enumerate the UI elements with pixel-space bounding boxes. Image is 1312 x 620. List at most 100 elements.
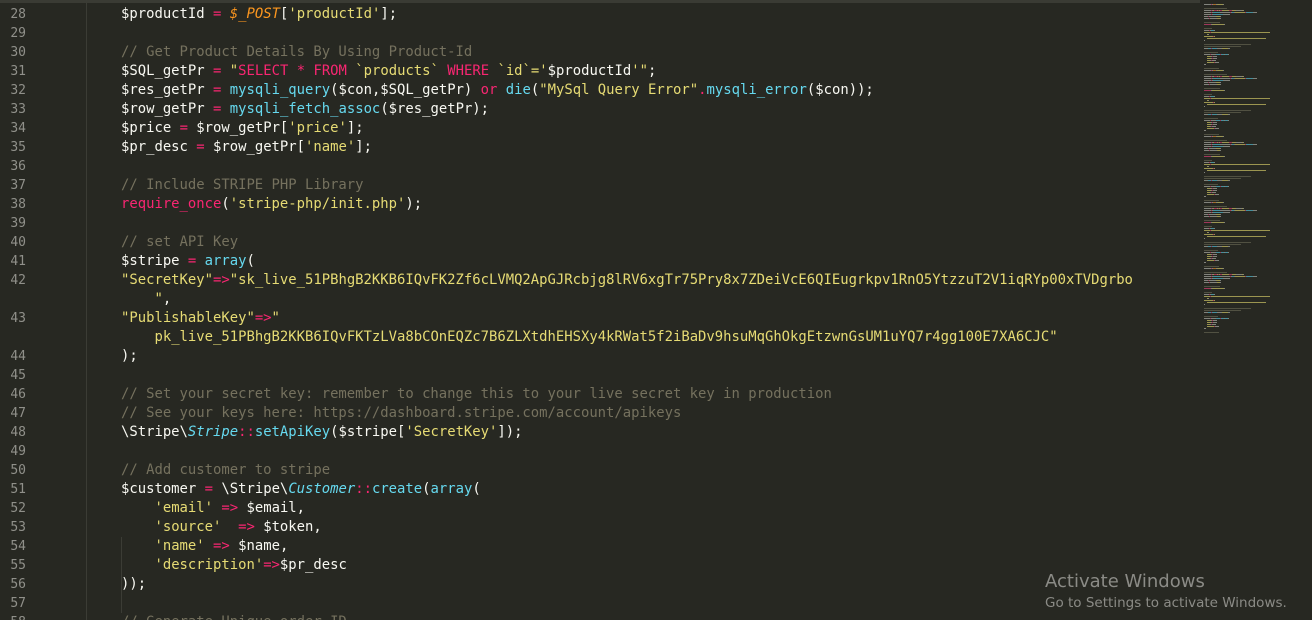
- minimap-stroke: [1204, 262, 1206, 263]
- code-token: $SQL_getPr: [121, 63, 205, 79]
- minimap-stroke: [1223, 70, 1224, 71]
- minimap-stroke: [1213, 56, 1217, 57]
- code-editor[interactable]: 28 29 30 31 32 33 34 35 36 37 38 39 40 41 42 43 44 45 46 47…: [0, 0, 1312, 620]
- code-line[interactable]: $productId = $_POST['productId'];: [121, 5, 397, 24]
- minimap-stroke: [1208, 298, 1209, 299]
- code-area[interactable]: $productId = $_POST['productId']; // Get …: [0, 0, 1200, 620]
- minimap-stroke: [1243, 76, 1244, 77]
- minimap-stroke: [1253, 276, 1257, 277]
- minimap-stroke: [1220, 216, 1221, 217]
- code-line[interactable]: $row_getPr = mysqli_fetch_assoc($res_get…: [121, 100, 489, 119]
- minimap-stroke: [1212, 126, 1216, 127]
- code-token: .: [698, 82, 707, 98]
- code-line[interactable]: \Stripe\Stripe::setApiKey($stripe['Secre…: [121, 423, 522, 442]
- code-line[interactable]: // Generate Unique order ID: [121, 613, 347, 620]
- code-line[interactable]: $stripe = array(: [121, 252, 255, 271]
- minimap-stroke: [1204, 130, 1206, 131]
- minimap-stroke: [1204, 140, 1227, 141]
- code-line[interactable]: // Get Product Details By Using Product-…: [121, 43, 472, 62]
- code-line[interactable]: 'email' => $email,: [154, 499, 305, 518]
- code-line[interactable]: 'source' => $token,: [154, 518, 321, 537]
- minimap-stroke: [1204, 118, 1218, 119]
- minimap-stroke: [1213, 278, 1223, 279]
- code-token: "MySql Query Error": [539, 82, 699, 98]
- minimap-stroke: [1214, 228, 1215, 229]
- minimap-stroke: [1213, 122, 1217, 123]
- code-token: \Stripe\: [121, 424, 188, 440]
- minimap-stroke: [1207, 38, 1266, 39]
- minimap-stroke: [1222, 208, 1229, 209]
- minimap[interactable]: [1200, 0, 1312, 333]
- code-token: // Set your secret key: remember to chan…: [121, 386, 832, 402]
- code-line[interactable]: 'description'=>$pr_desc: [154, 556, 346, 575]
- minimap-stroke: [1228, 54, 1229, 55]
- code-token: 'stripe-php/init.php': [229, 196, 406, 212]
- code-token: create: [371, 481, 423, 497]
- minimap-stroke: [1212, 324, 1216, 325]
- code-line[interactable]: "SecretKey"=>"sk_live_51PBhgB2KKB6IQvFK2…: [121, 271, 1133, 290]
- minimap-stroke: [1204, 328, 1206, 329]
- minimap-stroke: [1204, 172, 1205, 173]
- code-token: ;: [648, 63, 657, 79]
- minimap-stroke: [1207, 194, 1214, 195]
- code-token: );: [405, 196, 423, 212]
- code-line[interactable]: require_once('stripe-php/init.php');: [121, 195, 422, 214]
- code-token: =>: [213, 272, 230, 288]
- minimap-stroke: [1204, 110, 1251, 111]
- minimap-stroke: [1222, 76, 1229, 77]
- code-line[interactable]: ));: [121, 575, 146, 594]
- minimap-stroke: [1204, 332, 1219, 333]
- minimap-stroke: [1204, 300, 1213, 301]
- code-line[interactable]: $SQL_getPr = "SELECT * FROM `products` W…: [121, 62, 656, 81]
- code-line[interactable]: "PublishableKey"=>": [121, 309, 280, 328]
- minimap-stroke: [1214, 30, 1215, 31]
- minimap-stroke: [1224, 222, 1225, 223]
- code-token: =>: [254, 310, 272, 326]
- minimap-stroke: [1235, 78, 1245, 79]
- minimap-stroke: [1204, 200, 1219, 201]
- code-token: `id`=': [489, 63, 548, 79]
- code-line[interactable]: pk_live_51PBhgB2KKB6IQvFKTzLVa8bCOnEQZc7…: [154, 328, 1057, 347]
- minimap-stroke: [1211, 296, 1270, 297]
- minimap-stroke: [1210, 150, 1217, 151]
- minimap-stroke: [1204, 168, 1213, 169]
- code-line[interactable]: );: [121, 347, 138, 366]
- minimap-stroke: [1209, 148, 1216, 149]
- minimap-stroke: [1215, 62, 1219, 63]
- code-line[interactable]: // set API Key: [121, 233, 238, 252]
- minimap-stroke: [1213, 124, 1217, 125]
- code-line[interactable]: ",: [154, 290, 171, 309]
- code-line[interactable]: // Add customer to stripe: [121, 461, 330, 480]
- minimap-stroke: [1215, 128, 1219, 129]
- code-token: ($res_getPr);: [380, 101, 490, 117]
- code-token: $customer: [121, 481, 197, 497]
- code-line[interactable]: 'name' => $name,: [154, 537, 288, 556]
- code-line[interactable]: // Set your secret key: remember to chan…: [121, 385, 832, 404]
- minimap-stroke: [1214, 96, 1215, 97]
- minimap-stroke: [1213, 210, 1220, 211]
- code-line[interactable]: // See your keys here: https://dashboard…: [121, 404, 681, 423]
- minimap-stroke: [1204, 90, 1211, 91]
- minimap-stroke: [1208, 34, 1209, 35]
- code-token: $row_getPr[: [187, 120, 289, 136]
- minimap-stroke: [1223, 4, 1224, 5]
- code-line[interactable]: $customer = \Stripe\Customer::create(arr…: [121, 480, 481, 499]
- indent-guide-nested: [121, 537, 122, 613]
- code-token: $pr_desc: [279, 557, 347, 573]
- minimap-stroke: [1213, 256, 1217, 257]
- minimap-stroke: [1204, 242, 1251, 243]
- minimap-stroke: [1212, 90, 1224, 91]
- minimap-stroke: [1214, 102, 1215, 103]
- minimap-stroke: [1207, 104, 1266, 105]
- minimap-stroke: [1224, 90, 1225, 91]
- code-line[interactable]: $price = $row_getPr['price'];: [121, 119, 364, 138]
- code-line[interactable]: // Include STRIPE PHP Library: [121, 176, 364, 195]
- minimap-stroke: [1207, 170, 1266, 171]
- code-line[interactable]: $res_getPr = mysqli_query($con,$SQL_getP…: [121, 81, 874, 100]
- code-line[interactable]: $pr_desc = $row_getPr['name'];: [121, 138, 372, 157]
- minimap-stroke: [1220, 280, 1221, 281]
